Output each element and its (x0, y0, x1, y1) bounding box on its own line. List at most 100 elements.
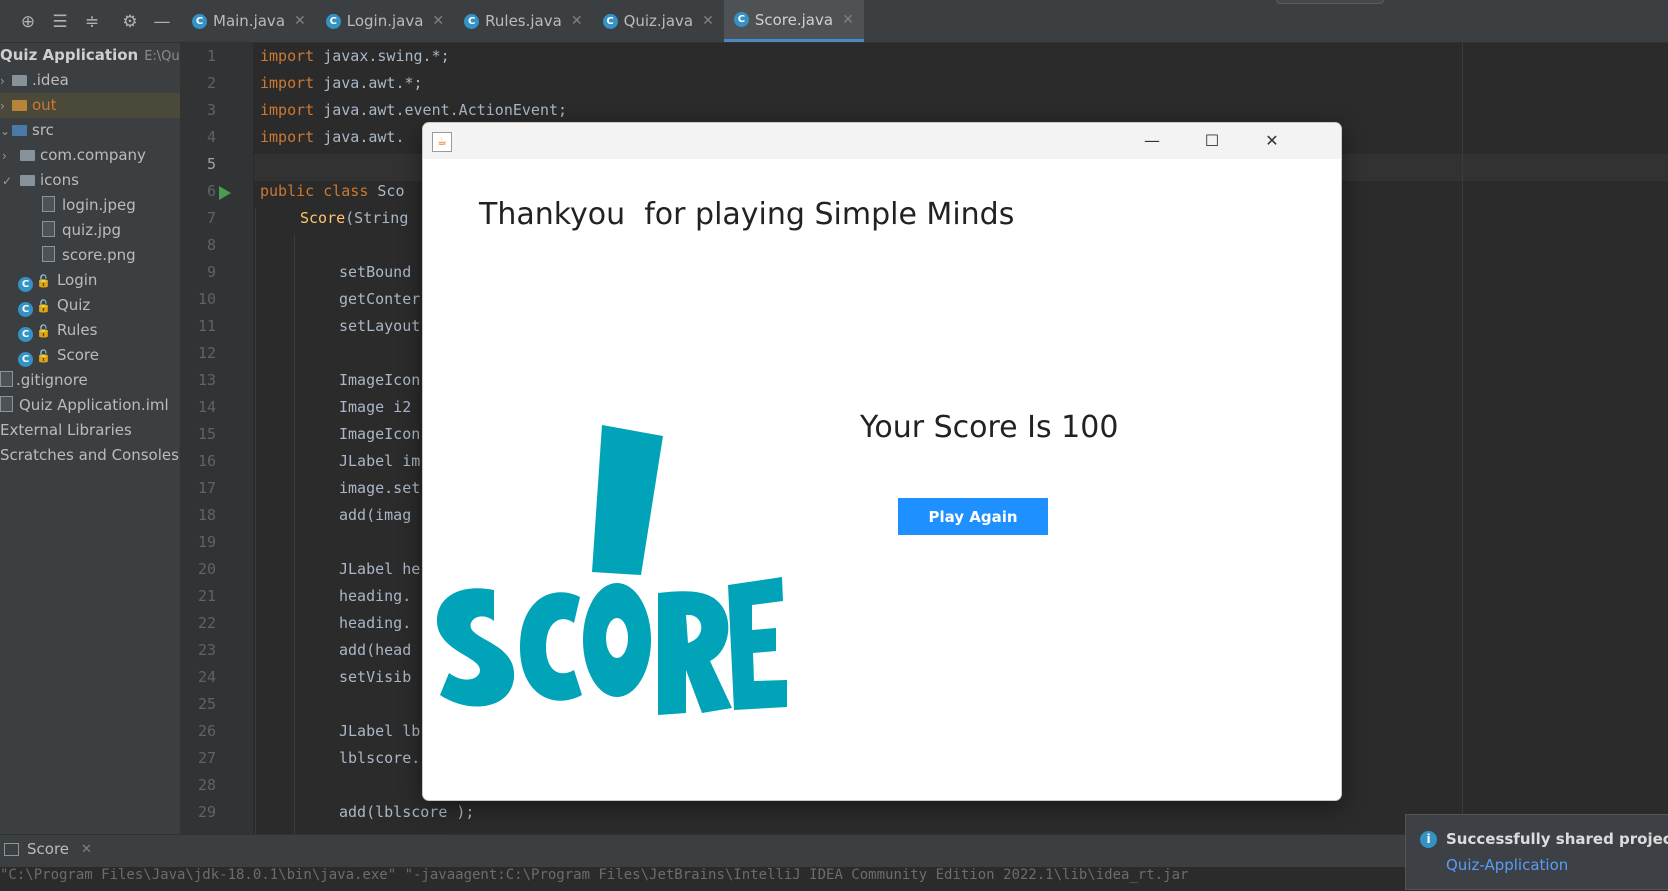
indent-guide (255, 208, 256, 834)
code-line-13: ImageIcon (339, 371, 421, 389)
tab-score-java[interactable]: C Score.java ✕ (723, 0, 864, 42)
tree-item-iml[interactable]: Quiz Application.iml (0, 393, 180, 418)
code-line-15: ImageIcon (339, 425, 421, 443)
tree-item-gitignore[interactable]: .gitignore (0, 368, 180, 393)
code-line-18: add(imag (339, 506, 412, 524)
run-tab-label: Score (27, 840, 70, 858)
window-titlebar[interactable]: ☕ — ☐ ✕ (423, 123, 1341, 159)
lock-icon: 🔓 (36, 274, 51, 288)
class-icon: C (733, 12, 749, 27)
tab-quiz-java[interactable]: C Quiz.java ✕ (593, 0, 724, 42)
tab-label: Score.java (754, 10, 834, 29)
tab-login-java[interactable]: C Login.java ✕ (316, 0, 454, 42)
code-line-23: add(head (339, 641, 412, 659)
code-line-22: heading. (339, 614, 412, 632)
run-config-box[interactable] (1276, 0, 1384, 4)
chevron-right-icon[interactable]: › (2, 144, 14, 169)
play-again-button[interactable]: Play Again (898, 498, 1048, 535)
root-path: E:\Quiz Ap (144, 49, 180, 64)
tree-item-com-company[interactable]: › com.company (0, 143, 180, 169)
tree-item-login[interactable]: C 🔓 Login (0, 268, 180, 293)
java-icon: ☕ (432, 132, 452, 152)
tree-root[interactable]: Quiz Application E:\Quiz Ap (0, 43, 180, 68)
class-icon: C (18, 327, 33, 342)
class-icon: C (464, 13, 480, 29)
close-icon[interactable]: ✕ (294, 13, 306, 29)
collapse-all-icon[interactable]: ≑ (76, 10, 108, 34)
image-file-icon (42, 221, 55, 237)
run-icon[interactable] (219, 186, 231, 200)
tree-item-out[interactable]: › out (0, 93, 180, 118)
tree-item-quiz[interactable]: C 🔓 Quiz (0, 293, 180, 318)
score-label: Your Score Is 100 (860, 410, 1119, 445)
line-number: 10 (197, 290, 216, 308)
line-number: 21 (197, 587, 216, 605)
line-number: 28 (197, 776, 216, 794)
line-number: 13 (197, 371, 216, 389)
line-number: 27 (197, 749, 216, 767)
project-tree: Quiz Application E:\Quiz Ap ›.idea ›out ⌄… (0, 43, 181, 834)
folder-icon (12, 100, 27, 111)
code-line-24: setVisib (339, 668, 412, 686)
expand-all-icon[interactable]: ☰ (44, 10, 76, 34)
letter-e (728, 577, 787, 710)
right-margin-guide (1462, 43, 1463, 834)
class-icon: C (192, 13, 207, 29)
line-number: 11 (197, 317, 216, 335)
letter-o-hole (606, 618, 628, 658)
close-icon[interactable]: ✕ (571, 13, 583, 29)
close-icon[interactable]: ✕ (81, 842, 92, 857)
tree-item-score[interactable]: C 🔓 Score (0, 343, 180, 368)
notification-link[interactable]: Quiz-Application (1446, 856, 1568, 874)
line-number: 8 (206, 236, 216, 254)
minimize-icon[interactable]: — (146, 10, 178, 34)
code-line-17: image.set (339, 479, 421, 497)
line-number: 26 (197, 722, 216, 740)
close-icon[interactable]: ✕ (432, 13, 444, 29)
tree-item-external-libraries[interactable]: External Libraries (0, 418, 180, 443)
run-config-icon (4, 842, 19, 856)
class-icon: C (325, 13, 341, 29)
tree-item-login-jpeg[interactable]: login.jpeg (0, 193, 180, 218)
line-number: 2 (206, 74, 216, 92)
exclamation-bar (592, 425, 663, 575)
code-line-29: add(lblscore ); (339, 803, 475, 821)
line-number: 19 (197, 533, 216, 551)
crosshair-icon[interactable]: ⊕ (12, 10, 44, 34)
tree-item-quiz-jpg[interactable]: quiz.jpg (0, 218, 180, 243)
tree-item-idea[interactable]: › .idea (0, 68, 180, 93)
folder-icon (20, 175, 35, 186)
minimize-button[interactable]: — (1129, 129, 1175, 153)
code-line-6: public class Sco (260, 182, 405, 200)
code-line-3: import java.awt.event.ActionEvent; (260, 101, 568, 119)
score-image (436, 425, 787, 715)
class-icon: C (18, 352, 33, 367)
tree-item-scratches[interactable]: Scratches and Consoles (0, 443, 180, 468)
code-line-4: import java.awt. (260, 128, 405, 146)
code-line-11: setLayout (339, 317, 421, 335)
notification-title: Successfully shared project on G (1446, 830, 1668, 848)
close-icon[interactable]: ✕ (842, 12, 854, 28)
chevron-down-icon[interactable]: ✓ (2, 169, 14, 194)
chevron-right-icon[interactable]: › (0, 94, 12, 119)
close-icon[interactable]: ✕ (702, 13, 714, 29)
image-file-icon (42, 196, 55, 212)
class-icon: C (18, 277, 33, 292)
tab-main-java[interactable]: C Main.java ✕ (182, 0, 316, 42)
maximize-button[interactable]: ☐ (1189, 129, 1235, 153)
close-button[interactable]: ✕ (1249, 129, 1295, 153)
line-number: 15 (197, 425, 216, 443)
tab-rules-java[interactable]: C Rules.java ✕ (454, 0, 592, 42)
chevron-right-icon[interactable]: › (0, 69, 12, 94)
tree-item-rules[interactable]: C 🔓 Rules (0, 318, 180, 343)
line-number: 16 (197, 452, 216, 470)
chevron-down-icon[interactable]: ⌄ (0, 119, 12, 144)
project-toolbar: ⊕ ☰ ≑ ⚙ — (12, 10, 178, 34)
gear-icon[interactable]: ⚙ (114, 10, 146, 34)
tree-item-score-png[interactable]: score.png (0, 243, 180, 268)
tree-item-icons[interactable]: ✓ icons (0, 168, 180, 194)
tab-label: Rules.java (485, 12, 562, 30)
line-number: 9 (206, 263, 216, 281)
tree-item-src[interactable]: ⌄ src (0, 118, 180, 143)
run-tab-score[interactable]: Score ✕ (0, 835, 100, 863)
